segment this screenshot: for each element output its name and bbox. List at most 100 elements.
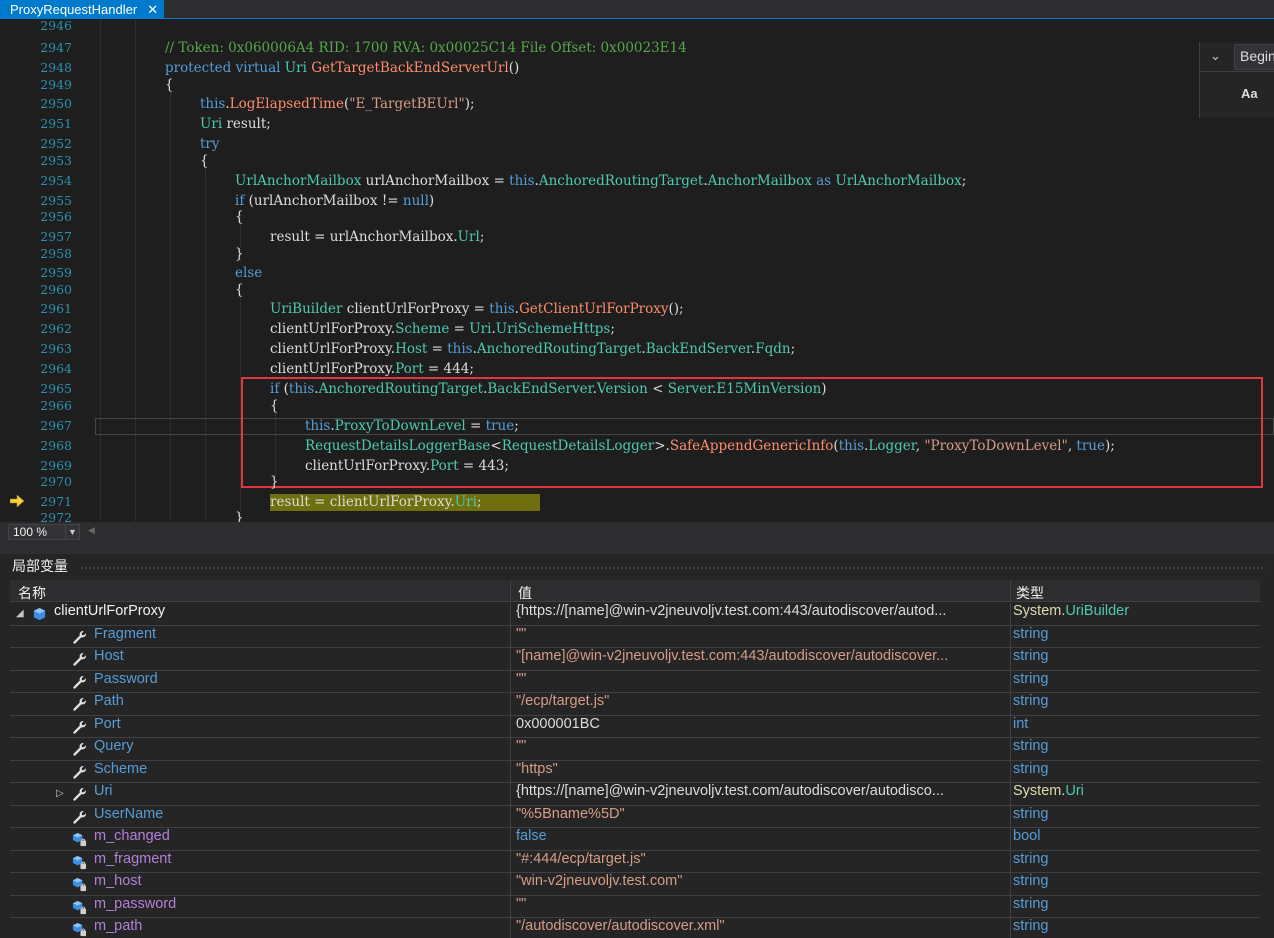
variable-value[interactable]: "" xyxy=(516,896,1006,918)
column-divider xyxy=(1010,648,1011,670)
locals-row[interactable]: Fragment "" string xyxy=(10,625,1260,648)
variable-value[interactable]: "" xyxy=(516,626,1006,648)
local-variable-icon xyxy=(32,607,47,622)
column-header-type[interactable]: 类型 xyxy=(1016,583,1044,603)
variable-value[interactable]: "/ecp/target.js" xyxy=(516,693,1006,715)
variable-value[interactable]: "win-v2jneuvoljv.test.com" xyxy=(516,873,1006,895)
chevron-down-icon[interactable]: ▼ xyxy=(65,525,79,539)
code-line-2958: } xyxy=(235,246,244,262)
close-icon[interactable]: ✕ xyxy=(147,1,158,18)
line-number: 2948 xyxy=(40,60,72,75)
line-number: 2949 xyxy=(40,77,72,92)
column-divider[interactable] xyxy=(1010,580,1011,602)
line-number: 2965 xyxy=(40,381,72,396)
code-line-2967: this.ProxyToDownLevel = true; xyxy=(305,418,519,434)
tab-proxy-request-handler[interactable]: ProxyRequestHandler ✕ xyxy=(0,0,165,19)
locals-row[interactable]: UserName "%5Bname%5D" string xyxy=(10,805,1260,828)
variable-name: Scheme xyxy=(94,760,148,777)
column-divider xyxy=(510,625,511,648)
column-divider[interactable] xyxy=(510,580,511,602)
property-icon xyxy=(72,810,87,825)
locals-row[interactable]: Query "" string xyxy=(10,738,1260,761)
breakpoint-gutter[interactable] xyxy=(0,20,30,522)
variable-value[interactable]: false xyxy=(516,828,1006,850)
chevron-down-icon[interactable]: ⌄ xyxy=(1210,48,1221,64)
variable-value[interactable]: "" xyxy=(516,671,1006,693)
locals-row[interactable]: Port 0x000001BC int xyxy=(10,715,1260,738)
column-divider xyxy=(510,783,511,805)
column-divider xyxy=(1010,715,1011,738)
code-line-2959: else xyxy=(235,265,263,281)
line-number: 2947 xyxy=(40,40,72,55)
variable-name: m_host xyxy=(94,873,142,889)
variable-name: Host xyxy=(94,648,124,664)
locals-row[interactable]: ◢ clientUrlForProxy {https://[name]@win-v2… xyxy=(10,603,1260,626)
indent-guide xyxy=(170,92,171,522)
code-line-2955: if (urlAnchorMailbox != null) xyxy=(235,193,435,209)
variable-value[interactable]: 0x000001BC xyxy=(516,716,1006,738)
column-divider xyxy=(510,603,511,625)
locals-row[interactable]: Password "" string xyxy=(10,670,1260,693)
collapse-icon[interactable]: ◢ xyxy=(16,603,24,625)
code-line-2957: result = urlAnchorMailbox.Url; xyxy=(270,229,485,245)
find-widget: ⌄ Begin Aa xyxy=(1199,42,1274,118)
match-case-toggle[interactable]: Aa xyxy=(1241,86,1258,101)
locals-row[interactable]: m_password "" string xyxy=(10,895,1260,918)
code-line-2954: UrlAnchorMailbox urlAnchorMailbox = this… xyxy=(235,173,967,189)
line-number: 2960 xyxy=(40,282,72,297)
line-number: 2964 xyxy=(40,361,72,376)
line-number: 2961 xyxy=(40,301,72,316)
locals-row[interactable]: m_host "win-v2jneuvoljv.test.com" string xyxy=(10,873,1260,896)
panel-splitter[interactable] xyxy=(0,542,1274,554)
column-divider xyxy=(1010,918,1011,938)
variable-value[interactable]: "%5Bname%5D" xyxy=(516,806,1006,828)
locals-row[interactable]: m_fragment "#:444/ecp/target.js" string xyxy=(10,850,1260,873)
column-divider xyxy=(1010,625,1011,648)
variable-type: string xyxy=(1013,850,1049,867)
line-number: 2971 xyxy=(40,494,72,509)
variable-value[interactable]: "#:444/ecp/target.js" xyxy=(516,851,1006,873)
variable-name: m_password xyxy=(94,895,177,912)
code-line-2971: result = clientUrlForProxy.Uri; xyxy=(270,494,482,510)
variable-value[interactable]: "" xyxy=(516,738,1006,760)
variable-value[interactable]: {https://[name]@win-v2jneuvoljv.test.com… xyxy=(516,603,1006,625)
find-input[interactable]: Begin xyxy=(1234,44,1274,70)
panel-grip[interactable] xyxy=(80,566,1266,570)
scroll-left-icon[interactable]: ◀ xyxy=(88,526,95,536)
column-header-name[interactable]: 名称 xyxy=(18,583,46,603)
variable-value[interactable]: "[name]@win-v2jneuvoljv.test.com:443/aut… xyxy=(516,648,1006,670)
variable-type: System.Uri xyxy=(1013,783,1258,805)
property-icon xyxy=(72,652,87,667)
variable-value[interactable]: "/autodiscover/autodiscover.xml" xyxy=(516,918,1006,938)
grid-header: 名称 值 类型 xyxy=(10,580,1260,602)
column-divider xyxy=(510,715,511,738)
variable-type: string xyxy=(1013,625,1049,642)
locals-row[interactable]: Scheme "https" string xyxy=(10,760,1260,783)
locals-row[interactable]: m_path "/autodiscover/autodiscover.xml" st… xyxy=(10,918,1260,938)
variable-value[interactable]: "https" xyxy=(516,761,1006,783)
column-header-value[interactable]: 值 xyxy=(518,583,532,603)
line-number: 2959 xyxy=(40,265,72,280)
locals-panel: 局部变量 名称 值 类型 ◢ clientUrlForProxy {https://… xyxy=(0,554,1274,938)
expand-icon[interactable]: ▷ xyxy=(56,783,64,805)
code-editor[interactable]: 2946 2947 2948 2949 2950 2951 2952 2953 2954 2955… xyxy=(0,20,1274,522)
code-line-2961: UriBuilder clientUrlForProxy = this.GetC… xyxy=(270,301,684,317)
variable-name: clientUrlForProxy xyxy=(54,603,166,619)
code-line-2962: clientUrlForProxy.Scheme = Uri.UriScheme… xyxy=(270,321,615,337)
line-number: 2957 xyxy=(40,229,72,244)
variable-type: string xyxy=(1013,918,1049,934)
execution-pointer-icon xyxy=(10,495,24,507)
code-line-2963: clientUrlForProxy.Host = this.AnchoredRo… xyxy=(270,341,796,357)
variable-value[interactable]: {https://[name]@win-v2jneuvoljv.test.com… xyxy=(516,783,1006,805)
locals-row[interactable]: ▷ Uri {https://[name]@win-v2jneuvoljv.test… xyxy=(10,783,1260,806)
column-divider xyxy=(1010,805,1011,828)
locals-row[interactable]: m_changed false bool xyxy=(10,828,1260,851)
property-icon xyxy=(72,765,87,780)
zoom-select[interactable]: 100 % ▼ xyxy=(8,524,80,540)
column-divider xyxy=(1010,693,1011,715)
panel-title: 局部变量 xyxy=(12,558,68,574)
locals-row[interactable]: Host "[name]@win-v2jneuvoljv.test.com:443… xyxy=(10,648,1260,671)
variable-type: int xyxy=(1013,715,1029,732)
property-icon xyxy=(72,720,87,735)
locals-row[interactable]: Path "/ecp/target.js" string xyxy=(10,693,1260,716)
